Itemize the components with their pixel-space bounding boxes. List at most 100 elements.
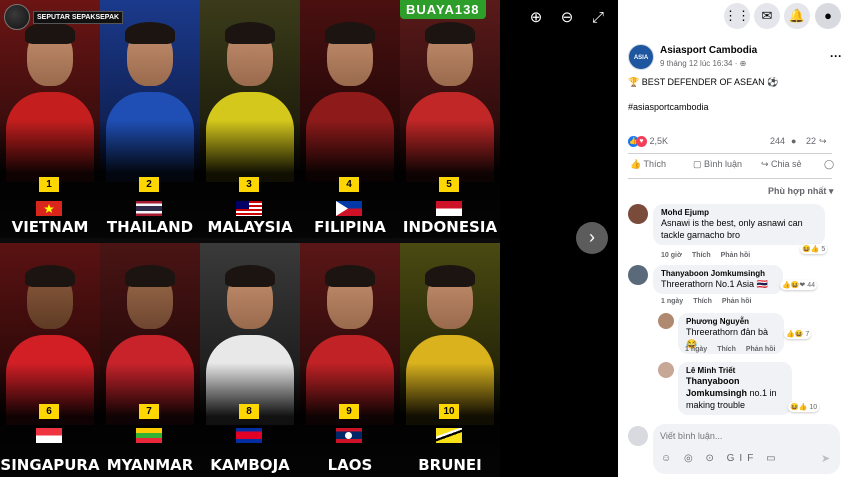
messenger-icon[interactable]: ✉ <box>754 3 780 29</box>
country-name: BRUNEI <box>418 456 482 474</box>
flag-myanmar-icon <box>136 428 162 443</box>
comment-author[interactable]: Thanyaboon Jomkumsingh <box>661 269 775 278</box>
rank-badge: 5 <box>439 177 459 192</box>
share-arrow-icon: ↪ <box>761 159 772 169</box>
country-name: VIETNAM <box>11 218 89 236</box>
comment-button[interactable]: ▢ Bình luận <box>693 159 742 170</box>
comment-meta: 1 ngày Thích Phản hồi <box>661 298 761 305</box>
love-reaction-icon: ♥ <box>636 136 647 148</box>
player-card-indonesia: 5 INDONESIA <box>400 0 500 238</box>
top-bar: ⋮⋮ ✉ 🔔 ● <box>618 0 842 32</box>
comment-bubble-icon: ▢ <box>693 159 705 169</box>
player-card-filipina: 4 FILIPINA <box>300 0 400 238</box>
country-name: SINGAPURA <box>0 456 100 474</box>
comment-like-button[interactable]: Thích <box>717 346 736 353</box>
comment-reactions[interactable]: 👍😆❤ 44 <box>780 280 818 290</box>
page-name[interactable]: Asiasport Cambodia <box>660 45 757 56</box>
brand-right-text: BUAYA138 <box>400 0 486 19</box>
player-card-malaysia: 3 MALAYSIA <box>200 0 300 238</box>
commenter-avatar[interactable] <box>658 313 674 329</box>
comment-reactions[interactable]: 😆👍 10 <box>788 402 820 412</box>
flag-filipina-icon <box>336 201 362 216</box>
poster-image: SEPUTAR SEPAKSEPAK BUAYA138 1 VIETNAM 2 … <box>0 0 500 477</box>
comment-sort-dropdown[interactable]: Phù hợp nhất ▾ <box>768 186 833 197</box>
share-button[interactable]: ↪ Chia sẻ <box>761 159 802 170</box>
player-card-vietnam: 1 VIETNAM <box>0 0 100 238</box>
comment-author[interactable]: Lê Minh Triết <box>686 366 784 375</box>
comment-time[interactable]: 10 giờ <box>661 252 682 259</box>
comment-bubble: Mohd Ejump Asnawi is the best, only asna… <box>653 204 825 245</box>
post-stats: 👍 ♥ 2,5K 244 ● 22 ↪ <box>628 136 842 148</box>
country-name: KAMBOJA <box>210 456 290 474</box>
comment-reply-button[interactable]: Phản hồi <box>721 252 751 259</box>
player-card-myanmar: 7 MYANMAR <box>100 243 200 477</box>
rank-badge: 7 <box>139 404 159 419</box>
commenter-avatar[interactable] <box>658 362 674 378</box>
reactions-count[interactable]: 2,5K <box>650 136 669 146</box>
rank-badge: 1 <box>39 177 59 192</box>
rank-badge: 2 <box>139 177 159 192</box>
thumbs-up-icon: 👍 <box>630 159 644 169</box>
comments-count[interactable]: 244 <box>770 136 785 146</box>
country-name: FILIPINA <box>314 218 386 236</box>
profile-avatar-icon[interactable]: ● <box>815 3 841 29</box>
like-haha-reaction-icon: 👍😆 <box>786 331 806 338</box>
comment-bubble: Thanyaboon Jomkumsingh Threerathorn No.1… <box>653 265 783 294</box>
haha-like-reaction-icon: 😆👍 <box>790 404 810 411</box>
zoom-out-icon[interactable]: ⊖ <box>558 9 576 27</box>
commenter-avatar[interactable] <box>628 265 648 285</box>
grid-menu-icon[interactable]: ⋮⋮ <box>724 3 750 29</box>
share-count-icon: ↪ <box>819 136 827 146</box>
flag-kamboja-icon <box>236 428 262 443</box>
zoom-in-icon[interactable]: ⊕ <box>527 9 545 27</box>
comment-text: Asnawi is the best, only asnawi can tack… <box>661 218 803 240</box>
rank-badge: 3 <box>239 177 259 192</box>
player-card-laos: 9 LAOS <box>300 243 400 477</box>
country-name: INDONESIA <box>402 218 498 236</box>
comment-reactions[interactable]: 😆👍 5 <box>800 244 828 254</box>
brand-left-text: SEPUTAR SEPAKSEPAK <box>33 10 124 24</box>
rank-badge: 8 <box>239 404 259 419</box>
flag-vietnam-icon <box>36 201 62 216</box>
bell-icon[interactable]: 🔔 <box>784 3 810 29</box>
divider <box>628 178 832 179</box>
send-icon[interactable]: ➤ <box>821 452 830 465</box>
haha-reaction-icon: 😆👍 <box>802 246 822 253</box>
like-button[interactable]: 👍 Thích <box>630 159 666 170</box>
comment-reply-button[interactable]: Phản hồi <box>746 346 776 353</box>
post-hashtag[interactable]: #asiasportcambodia <box>628 102 709 112</box>
comment-like-button[interactable]: Thích <box>692 252 711 259</box>
comment-time[interactable]: 1 ngày <box>661 298 683 305</box>
flag-malaysia-icon <box>236 201 262 216</box>
my-avatar[interactable] <box>628 426 648 446</box>
comment-author[interactable]: Mohd Ejump <box>661 208 817 217</box>
post-text: 🏆 BEST DEFENDER OF ASEAN ⚽ <box>628 77 779 87</box>
post-actions: 👍 Thích ▢ Bình luận ↪ Chia sẻ ◯ <box>628 159 842 175</box>
comment-author[interactable]: Phương Nguyễn <box>686 317 776 326</box>
comment-text: Threerathorn No.1 Asia 🇹🇭 <box>661 279 768 289</box>
comment-reactions[interactable]: 👍😆 7 <box>784 329 812 339</box>
flag-singapura-icon <box>36 428 62 443</box>
comment-reply-button[interactable]: Phản hồi <box>722 298 752 305</box>
comment-time[interactable]: 1 ngày <box>685 346 707 353</box>
comment-meta: 10 giờ Thích Phản hồi <box>661 252 760 259</box>
commenter-avatar[interactable] <box>628 204 648 224</box>
divider <box>628 153 832 154</box>
more-options-icon[interactable]: ··· <box>830 49 842 63</box>
page-avatar[interactable]: ASIA <box>628 44 654 70</box>
comment-like-button[interactable]: Thích <box>693 298 712 305</box>
rank-badge: 6 <box>39 404 59 419</box>
photo-viewer: SEPUTAR SEPAKSEPAK BUAYA138 1 VIETNAM 2 … <box>0 0 618 477</box>
player-card-singapura: 6 SINGAPURA <box>0 243 100 477</box>
flag-thailand-icon <box>136 201 162 216</box>
comment-mention[interactable]: Thanyaboon Jomkumsingh <box>686 376 747 398</box>
shares-count[interactable]: 22 <box>806 136 816 146</box>
composer-toolbar-icons[interactable]: ☺ ◎ ⊙ GIF ▭ <box>661 453 781 464</box>
reaction-picker-icon[interactable]: ◯ <box>824 159 834 170</box>
brand-left: SEPUTAR SEPAKSEPAK <box>4 4 124 30</box>
post-timestamp[interactable]: 9 tháng 12 lúc 16:34 · ⊕ <box>660 59 746 68</box>
rank-badge: 9 <box>339 404 359 419</box>
next-photo-button[interactable]: › <box>576 222 608 254</box>
fullscreen-icon[interactable]: ⤢ <box>589 9 607 27</box>
comment-input[interactable] <box>660 431 820 441</box>
